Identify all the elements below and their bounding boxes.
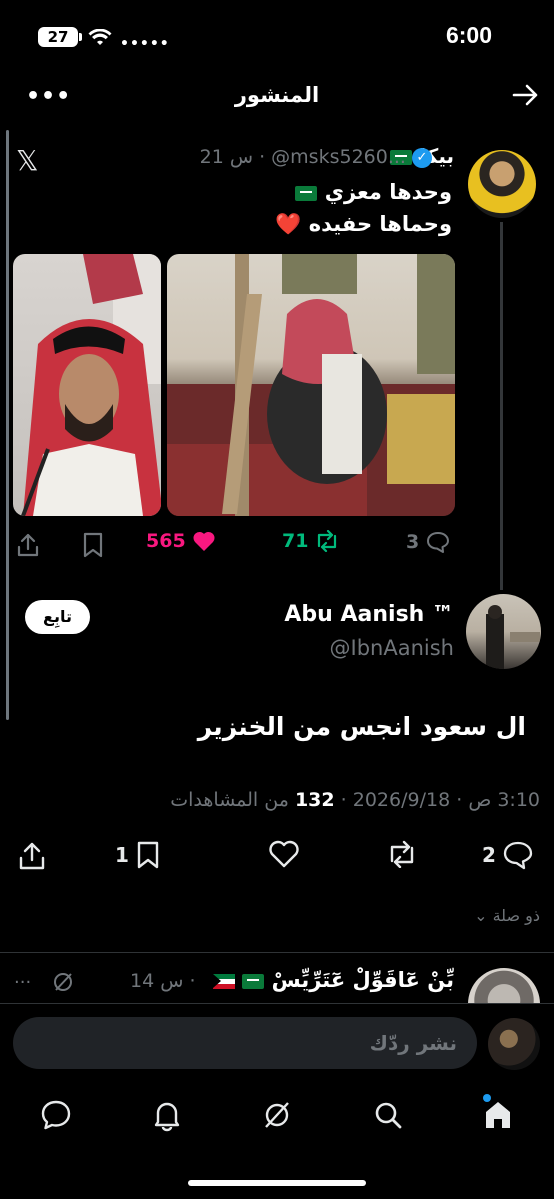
share-icon[interactable] xyxy=(18,841,46,871)
post-meta: 3:10 ص · 2026/9/18 · 132 من المشاهدات xyxy=(170,789,540,811)
quoted-text-line2: وحماها حفيده ❤️ xyxy=(275,212,452,237)
post-date: 2026/9/18 xyxy=(352,789,451,811)
post-time: 3:10 ص xyxy=(468,789,540,811)
quoted-handle-time: 21 س · @msks5260... xyxy=(199,146,406,168)
saudi-flag-icon xyxy=(295,185,318,201)
my-avatar[interactable] xyxy=(488,1018,540,1070)
main-bookmark[interactable]: 1 xyxy=(115,840,161,870)
bookmark-icon[interactable] xyxy=(82,532,104,558)
home-indicator xyxy=(188,1180,366,1186)
clock: 6:00 xyxy=(445,22,492,48)
battery-indicator: 27 xyxy=(38,27,82,47)
home-tab-icon[interactable] xyxy=(481,1098,515,1132)
quoted-text-line1: وحدها معزي xyxy=(295,180,452,204)
signal-dots-icon: ••••• xyxy=(120,36,170,52)
like-filled-icon xyxy=(193,531,215,551)
reply-icon xyxy=(503,841,533,870)
quoted-reposts-count: 71 xyxy=(282,530,309,552)
post-image-historical[interactable] xyxy=(167,254,455,516)
search-tab-icon[interactable] xyxy=(371,1098,405,1132)
quoted-likes[interactable]: 565 xyxy=(146,530,216,552)
thread-line xyxy=(500,222,503,590)
scroll-indicator xyxy=(6,130,9,720)
quoted-reposts[interactable]: 71 xyxy=(282,530,340,552)
chevron-down-icon: ⌄ xyxy=(474,906,488,925)
grok-icon[interactable] xyxy=(52,971,74,993)
bookmark-count: 1 xyxy=(115,843,129,867)
grok-tab-icon[interactable] xyxy=(260,1098,294,1132)
wifi-icon xyxy=(88,29,112,45)
reply-icon xyxy=(427,532,450,553)
back-arrow-icon[interactable] xyxy=(510,80,540,110)
main-author-handle[interactable]: @IbnAanish xyxy=(330,636,454,660)
quoted-replies-count: 3 xyxy=(406,531,420,553)
repost-icon xyxy=(390,840,414,868)
quoted-line1-text: وحدها معزي xyxy=(324,180,452,204)
relevant-label: ذو صلة xyxy=(492,906,540,925)
bookmark-icon xyxy=(137,841,159,869)
next-author-line[interactable]: بِّنْ عٓاقَوِّلْ عٓتَرِّيِّسْ xyxy=(213,968,454,992)
share-icon[interactable] xyxy=(16,532,40,558)
messages-tab-icon[interactable] xyxy=(39,1098,73,1132)
divider xyxy=(0,952,554,953)
page-title: المنشور xyxy=(234,83,320,107)
reply-count: 2 xyxy=(482,843,496,867)
main-author-avatar[interactable] xyxy=(466,594,541,669)
saudi-flag-icon xyxy=(242,973,265,989)
quoted-replies[interactable]: 3 xyxy=(406,530,451,554)
notifications-tab-icon[interactable] xyxy=(150,1098,184,1132)
heart-emoji: ❤️ xyxy=(275,212,302,236)
next-post-meta: 14 س · xyxy=(130,970,196,992)
x-logo-icon[interactable]: 𝕏 xyxy=(16,144,39,177)
like-icon xyxy=(269,840,299,868)
kuwait-flag-icon xyxy=(213,973,236,989)
views-label: من المشاهدات xyxy=(170,789,289,811)
next-author-name: بِّنْ عٓاقَوِّلْ عٓتَرِّيِّسْ xyxy=(271,968,454,992)
post-image-portrait[interactable] xyxy=(13,254,161,516)
status-bar: 27 ••••• 6:00 xyxy=(0,0,554,70)
views-count: 132 xyxy=(294,789,335,811)
main-repost[interactable] xyxy=(385,840,419,868)
quoted-line2-text: وحماها حفيده xyxy=(308,212,452,236)
battery-level: 27 xyxy=(47,28,69,46)
main-like[interactable] xyxy=(262,840,300,868)
quoted-author-avatar[interactable] xyxy=(468,150,536,218)
main-reply[interactable]: 2 xyxy=(482,840,534,870)
follow-button[interactable]: تابِع xyxy=(25,600,90,634)
quoted-meta: 21 س · @msks5260... ✓ xyxy=(200,146,432,168)
next-post-more-icon[interactable]: ··· xyxy=(14,972,31,993)
main-author-name[interactable]: Abu Aanish ™ xyxy=(284,602,454,627)
relevant-replies-sort[interactable]: ذو صلة ⌄ xyxy=(474,906,540,925)
reply-input[interactable]: نشر ردّك xyxy=(13,1017,477,1069)
main-post-text: ال سعود انجس من الخنزير xyxy=(197,712,526,741)
quoted-likes-count: 565 xyxy=(146,530,186,552)
repost-icon xyxy=(318,530,337,552)
verified-badge-icon: ✓ xyxy=(412,147,432,168)
